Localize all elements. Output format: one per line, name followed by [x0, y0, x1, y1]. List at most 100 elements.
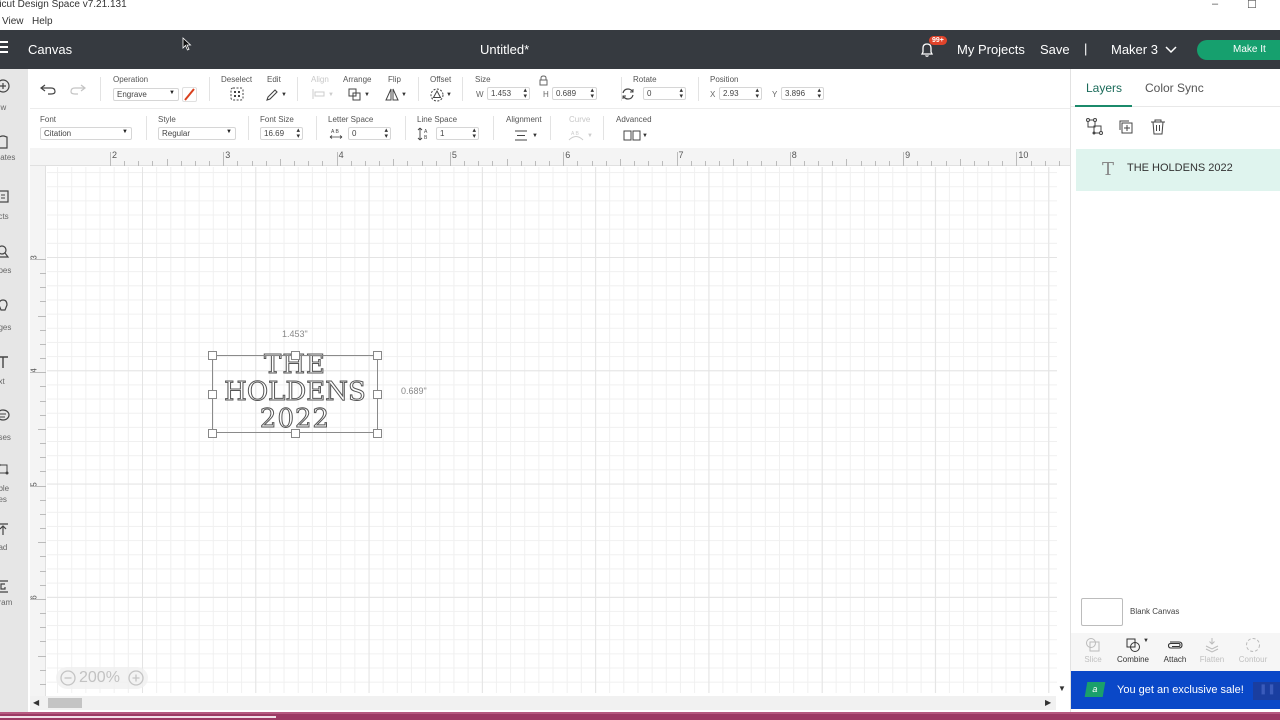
- ruler-tick: [322, 161, 324, 166]
- ruler-tick-label: 6: [565, 150, 571, 160]
- font-size-input[interactable]: 16.69 ▴ ▾: [260, 127, 303, 140]
- tab-layers[interactable]: Layers: [1086, 81, 1122, 95]
- divider: [209, 77, 210, 101]
- style-select[interactable]: Regular ▼: [158, 127, 236, 140]
- resize-handle-tr[interactable]: [373, 351, 382, 360]
- delete-icon[interactable]: [1149, 118, 1167, 136]
- ruler-tick: [761, 161, 763, 166]
- rotate-icon[interactable]: [621, 87, 635, 101]
- width-input[interactable]: 1.453 ▴ ▾: [487, 87, 530, 100]
- scroll-left-arrow-icon[interactable]: ◀: [33, 698, 39, 707]
- ruler-tick: [917, 161, 919, 166]
- menu-view[interactable]: View: [2, 16, 24, 27]
- resize-handle-right[interactable]: [373, 390, 382, 399]
- my-projects-link[interactable]: My Projects: [957, 42, 1025, 57]
- rotate-input[interactable]: 0 ▴ ▾: [643, 87, 686, 100]
- arrange-dropdown-icon[interactable]: ▼: [364, 92, 370, 98]
- divider: [493, 116, 494, 140]
- resize-handle-tl[interactable]: [208, 351, 217, 360]
- design-canvas[interactable]: 2 3 4 5 6 7 8 9 10 3456 200% ◀ ▶ ▼: [30, 148, 1070, 712]
- spinner-icon[interactable]: ▴ ▾: [472, 127, 476, 140]
- resize-handle-left[interactable]: [208, 390, 217, 399]
- machine-selector[interactable]: Maker 3: [1111, 42, 1158, 57]
- selection-box[interactable]: [212, 355, 378, 433]
- ruler-tick: [1016, 152, 1018, 166]
- letter-space-input[interactable]: 0 ▴ ▾: [348, 127, 391, 140]
- save-button[interactable]: Save: [1040, 42, 1070, 57]
- width-label: W: [476, 90, 484, 99]
- redo-icon[interactable]: [70, 83, 86, 95]
- spinner-icon[interactable]: ▴ ▾: [296, 127, 300, 140]
- canvas-color-swatch[interactable]: [1081, 598, 1123, 626]
- undo-icon[interactable]: [40, 83, 56, 95]
- scroll-right-arrow-icon[interactable]: ▶: [1045, 698, 1051, 707]
- resize-handle-bl[interactable]: [208, 429, 217, 438]
- group-icon[interactable]: [1086, 118, 1104, 136]
- document-title[interactable]: Untitled*: [480, 42, 529, 57]
- align-dropdown-icon: ▼: [328, 92, 334, 98]
- resize-handle-bottom[interactable]: [291, 429, 300, 438]
- text-icon: [0, 356, 8, 368]
- line-space-input[interactable]: 1 ▴ ▾: [436, 127, 479, 140]
- ruler-tick: [38, 428, 46, 430]
- ruler-tick: [40, 329, 46, 331]
- advanced-icon[interactable]: [623, 130, 641, 141]
- letter-space-icon: A B: [329, 129, 343, 139]
- horizontal-scrollbar[interactable]: ◀ ▶: [30, 696, 1056, 710]
- divider: [146, 116, 147, 140]
- duplicate-icon[interactable]: [1117, 118, 1135, 136]
- position-x-input[interactable]: 2.93 ▴ ▾: [719, 87, 762, 100]
- resize-handle-br[interactable]: [373, 429, 382, 438]
- spinner-icon[interactable]: ▴ ▾: [817, 87, 821, 100]
- operation-select[interactable]: Engrave ▼: [113, 88, 179, 101]
- flip-icon[interactable]: [385, 88, 399, 101]
- ruler-tick: [775, 161, 777, 166]
- editable-images-icon: [0, 463, 9, 475]
- make-it-button[interactable]: Make It: [1197, 40, 1280, 60]
- advanced-dropdown-icon[interactable]: ▼: [642, 133, 648, 139]
- chevron-down-icon[interactable]: [1165, 45, 1177, 55]
- blank-canvas-row[interactable]: Blank Canvas: [1071, 591, 1280, 633]
- flip-dropdown-icon[interactable]: ▼: [401, 92, 407, 98]
- menu-help[interactable]: Help: [32, 16, 53, 27]
- pen-color-swatch[interactable]: [182, 87, 197, 102]
- layer-item[interactable]: T THE HOLDENS 2022: [1076, 149, 1280, 191]
- height-input[interactable]: 0.689 ▴ ▾: [552, 87, 597, 100]
- spinner-icon[interactable]: ▴ ▾: [384, 127, 388, 140]
- position-y-input[interactable]: 3.896 ▴ ▾: [781, 87, 824, 100]
- resize-handle-top[interactable]: [291, 351, 300, 360]
- promo-banner[interactable]: a You get an exclusive sale! ❚❚: [1071, 671, 1280, 709]
- attach-button[interactable]: Attach: [1155, 633, 1195, 664]
- maximize-button[interactable]: ☐: [1247, 0, 1257, 11]
- edit-dropdown-icon[interactable]: ▼: [281, 92, 287, 98]
- spinner-icon[interactable]: ▴ ▾: [590, 87, 594, 100]
- spinner-icon[interactable]: ▴ ▾: [523, 87, 527, 100]
- scroll-down-arrow-icon[interactable]: ▼: [1058, 684, 1066, 693]
- ruler-tick: [38, 655, 46, 657]
- deselect-icon[interactable]: [230, 87, 244, 101]
- ruler-tick: [209, 161, 211, 166]
- zoom-level: 200%: [79, 669, 120, 686]
- zoom-in-icon[interactable]: [128, 670, 144, 686]
- combine-button[interactable]: Combine ▼: [1113, 633, 1153, 664]
- edit-toolbar: Operation Engrave ▼ Deselect Edit ▼ Align…: [30, 69, 1070, 109]
- scrollbar-thumb[interactable]: [48, 698, 82, 708]
- combine-dropdown-icon[interactable]: ▼: [1143, 638, 1149, 644]
- minimize-button[interactable]: –: [1212, 0, 1218, 10]
- tab-color-sync[interactable]: Color Sync: [1145, 81, 1204, 95]
- pencil-icon[interactable]: [265, 88, 279, 102]
- lock-icon[interactable]: [539, 75, 548, 86]
- ruler-tick: [605, 161, 607, 166]
- spinner-icon[interactable]: ▴ ▾: [679, 87, 683, 100]
- arrange-icon[interactable]: [348, 88, 362, 101]
- offset-dropdown-icon[interactable]: ▼: [446, 92, 452, 98]
- alignment-dropdown-icon[interactable]: ▼: [532, 133, 538, 139]
- spinner-icon[interactable]: ▴ ▾: [755, 87, 759, 100]
- pause-icon[interactable]: ❚❚: [1253, 682, 1280, 700]
- align-center-icon[interactable]: [514, 130, 528, 141]
- hamburger-menu-icon[interactable]: [0, 41, 10, 53]
- font-select[interactable]: Citation ▼: [40, 127, 132, 140]
- canvas-grid[interactable]: [47, 167, 1057, 693]
- offset-icon[interactable]: [430, 88, 444, 102]
- zoom-out-icon[interactable]: [60, 670, 76, 686]
